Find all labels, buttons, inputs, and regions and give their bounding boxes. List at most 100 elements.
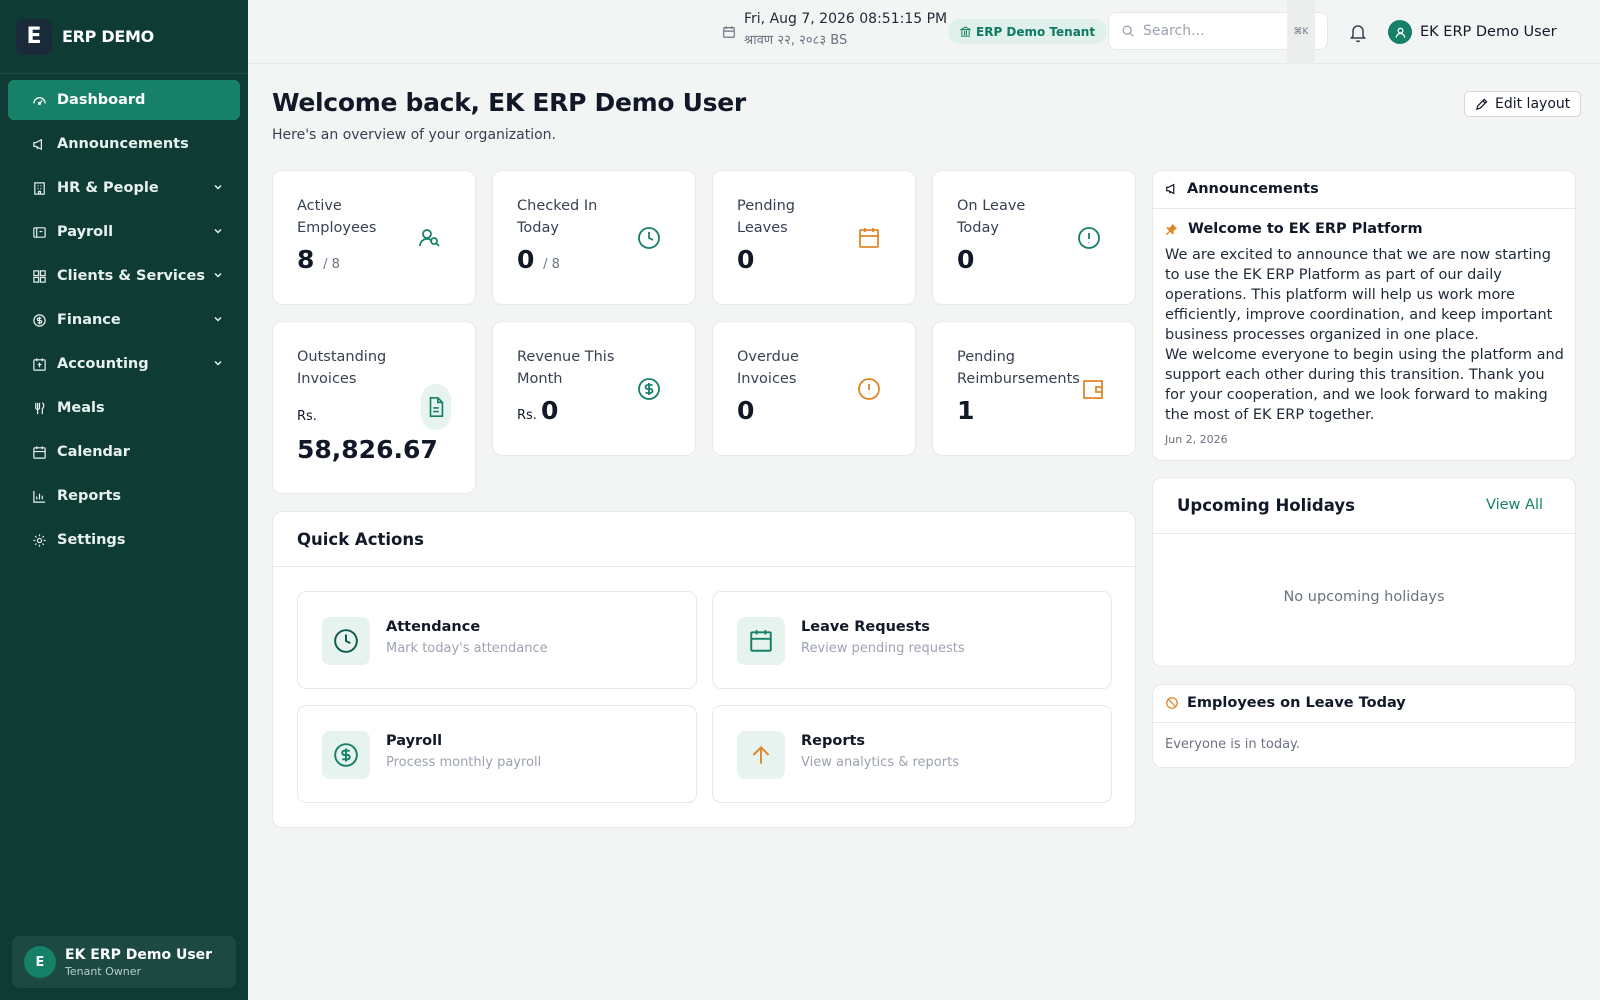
currency-prefix: Rs. (297, 409, 317, 424)
brand-logo: E (16, 18, 52, 55)
sidebar-item-meals[interactable]: Meals (8, 388, 240, 428)
grid-icon (33, 269, 46, 283)
empty-state: Everyone is in today. (1165, 737, 1301, 752)
datetime-text: Fri, Aug 7, 2026 08:51:15 PM (744, 11, 948, 27)
quick-action-description: Mark today's attendance (386, 641, 548, 656)
stat-label-line: Today (517, 220, 559, 236)
view-all-link[interactable]: View All (1486, 497, 1543, 513)
quick-action-reports[interactable]: Reports View analytics & reports (712, 705, 1112, 803)
announcement-body: We are excited to announce that we are n… (1165, 245, 1565, 425)
quick-action-description: Review pending requests (801, 641, 965, 656)
stat-label: Checked In Today (517, 195, 597, 239)
user-menu[interactable]: EK ERP Demo User (1388, 20, 1557, 44)
divider (1153, 208, 1575, 209)
stat-card-pending-reimbursements[interactable]: Pending Reimbursements 1 (932, 321, 1136, 456)
sidebar-item-label: Clients & Services (57, 268, 205, 284)
search-icon (1122, 25, 1134, 37)
sidebar-item-label: Announcements (57, 136, 189, 152)
bell-icon[interactable] (1348, 21, 1368, 43)
announcement-title[interactable]: Welcome to EK ERP Platform (1165, 221, 1423, 237)
tenant-badge[interactable]: ERP Demo Tenant (948, 19, 1108, 44)
wallet-icon (1083, 380, 1103, 399)
stat-label: Active Employees (297, 195, 376, 239)
clock-icon (334, 629, 358, 653)
quick-actions-card: Quick Actions Attendance Mark today's at… (272, 511, 1136, 828)
bank-icon (960, 26, 971, 37)
stat-label: Overdue Invoices (737, 346, 799, 390)
stat-label: Revenue This Month (517, 346, 614, 390)
stat-value: 58,826.67 (297, 435, 438, 464)
stat-card-outstanding-invoices[interactable]: Outstanding Invoices Rs. 58,826.67 (272, 321, 476, 494)
sidebar-user-card[interactable]: E EK ERP Demo User Tenant Owner (12, 936, 236, 988)
stat-card-checked-in[interactable]: Checked In Today 0 / 8 (492, 170, 696, 305)
sidebar: E ERP DEMO Dashboard Announcements HR & … (0, 0, 248, 1000)
sidebar-item-accounting[interactable]: Accounting (8, 344, 240, 384)
sidebar-item-reports[interactable]: Reports (8, 476, 240, 516)
wallet-icon (33, 226, 46, 238)
building-icon (34, 181, 45, 195)
quick-action-payroll[interactable]: Payroll Process monthly payroll (297, 705, 697, 803)
stat-label-line: Pending (737, 198, 795, 214)
icon-tile (322, 731, 370, 779)
sidebar-item-calendar[interactable]: Calendar (8, 432, 240, 472)
stat-card-overdue-invoices[interactable]: Overdue Invoices 0 (712, 321, 916, 456)
stat-label: Pending Reimbursements (957, 346, 1080, 390)
sidebar-item-dashboard[interactable]: Dashboard (8, 80, 240, 120)
stat-label-line: On Leave (957, 198, 1026, 214)
user-role: Tenant Owner (65, 964, 142, 978)
calendar-icon (723, 26, 735, 38)
arrow-up-icon (752, 746, 770, 764)
panel-title: Employees on Leave Today (1187, 695, 1406, 711)
chevron-down-icon[interactable] (212, 225, 224, 237)
sidebar-item-label: Accounting (57, 356, 149, 372)
quick-action-attendance[interactable]: Attendance Mark today's attendance (297, 591, 697, 689)
stat-card-revenue[interactable]: Revenue This Month Rs. 0 (492, 321, 696, 456)
user-icon (1395, 27, 1405, 38)
stat-card-pending-leaves[interactable]: Pending Leaves 0 (712, 170, 916, 305)
stat-value: Rs. 0 (517, 396, 558, 425)
stat-number: 8 (297, 245, 315, 274)
stat-number: 0 (517, 245, 535, 274)
edit-layout-label: Edit layout (1495, 96, 1571, 112)
search-shortcut[interactable]: ⌘K (1287, 0, 1315, 64)
stat-value: 0 (737, 396, 755, 425)
stat-label-line: Invoices (297, 371, 357, 387)
search-input[interactable] (1143, 23, 1283, 39)
user-name: EK ERP Demo User (65, 946, 213, 963)
chevron-down-icon[interactable] (212, 181, 224, 193)
sidebar-item-finance[interactable]: Finance (8, 300, 240, 340)
edit-layout-button[interactable]: Edit layout (1464, 91, 1582, 117)
quick-action-name: Reports (801, 733, 866, 749)
stat-card-active-employees[interactable]: Active Employees 8 / 8 (272, 170, 476, 305)
alert-circle-icon (1078, 227, 1100, 249)
stat-label-line: Revenue This (517, 349, 615, 365)
brand[interactable]: E ERP DEMO (0, 0, 248, 74)
stat-suffix: / 8 (323, 257, 340, 272)
sidebar-item-label: Reports (57, 488, 122, 504)
divider (1153, 533, 1575, 534)
stat-label: Outstanding Invoices (297, 346, 386, 390)
stat-label: On Leave Today (957, 195, 1025, 239)
chevron-down-icon[interactable] (212, 269, 224, 281)
quick-action-name: Payroll (386, 733, 443, 749)
chevron-down-icon[interactable] (212, 357, 224, 369)
sidebar-item-settings[interactable]: Settings (8, 520, 240, 560)
stat-card-on-leave[interactable]: On Leave Today 0 (932, 170, 1136, 305)
sidebar-item-payroll[interactable]: Payroll (8, 212, 240, 252)
sidebar-item-hr-people[interactable]: HR & People (8, 168, 240, 208)
sidebar-nav: Dashboard Announcements HR & People Payr… (0, 74, 248, 560)
food-icon (35, 401, 45, 414)
panel-title: Upcoming Holidays (1177, 496, 1355, 515)
megaphone-icon (1166, 183, 1175, 195)
pin-icon (1165, 223, 1178, 235)
bar-chart-icon (33, 490, 46, 503)
quick-action-leave-requests[interactable]: Leave Requests Review pending requests (712, 591, 1112, 689)
stat-label-line: Checked In (517, 198, 598, 214)
sidebar-item-announcements[interactable]: Announcements (8, 124, 240, 164)
chevron-down-icon[interactable] (212, 313, 224, 325)
dashboard-icon (33, 96, 46, 105)
stat-label-line: Active (297, 198, 342, 214)
divider (1153, 722, 1575, 723)
sidebar-item-clients-services[interactable]: Clients & Services (8, 256, 240, 296)
ledger-icon (33, 357, 46, 371)
